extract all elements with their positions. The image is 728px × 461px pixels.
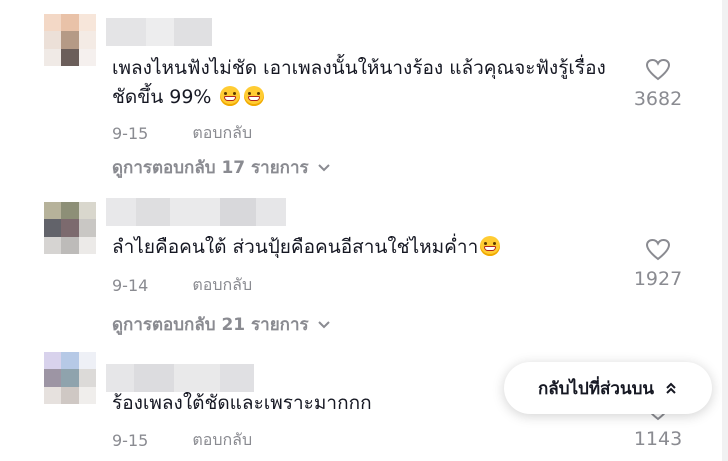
comment-text: ลำไยคือคนใต้ ส่วนปุ้ยคือคนอีสานใช่ไหมค่ำ… [112, 233, 622, 262]
username-blurred[interactable] [106, 364, 254, 392]
scrollbar[interactable] [722, 0, 728, 461]
like-block: 3682 [628, 58, 688, 110]
like-count: 1143 [633, 428, 683, 450]
grinning-emoji-icon [219, 86, 240, 106]
reply-button[interactable]: ตอบกลับ [192, 273, 252, 298]
chevron-down-icon [317, 320, 330, 328]
comment-date: 9-15 [112, 431, 149, 450]
avatar[interactable] [44, 202, 96, 254]
heart-outline-icon[interactable] [645, 238, 671, 262]
grinning-emoji-icon [480, 236, 501, 256]
username-blurred[interactable] [106, 18, 212, 46]
double-chevron-up-icon [666, 382, 676, 394]
like-count: 3682 [633, 88, 683, 110]
heart-outline-icon[interactable] [645, 58, 671, 82]
back-to-top-label: กลับไปที่ส่วนบน [537, 378, 654, 399]
avatar[interactable] [44, 352, 96, 404]
view-replies-button[interactable]: ดูการตอบกลับ 21 รายการ [112, 311, 331, 338]
avatar[interactable] [44, 14, 96, 66]
view-replies-button[interactable]: ดูการตอบกลับ 17 รายการ [112, 154, 331, 181]
back-to-top-button[interactable]: กลับไปที่ส่วนบน [504, 362, 712, 414]
comment-meta: 9-15 ตอบกลับ [112, 121, 252, 146]
reply-button[interactable]: ตอบกลับ [192, 428, 252, 453]
like-count: 1927 [633, 268, 683, 290]
like-block: 1927 [628, 238, 688, 290]
grinning-emoji-icon [243, 86, 264, 106]
comment-meta: 9-15 ตอบกลับ [112, 428, 252, 453]
comment-date: 9-14 [112, 276, 149, 295]
comment-date: 9-15 [112, 124, 149, 143]
username-blurred[interactable] [106, 198, 286, 226]
chevron-down-icon [317, 163, 330, 171]
comment-text: เพลงไหนฟังไม่ชัด เอาเพลงนั้นให้นางร้อง แ… [112, 57, 606, 108]
view-replies-label: ดูการตอบกลับ 21 รายการ [112, 315, 309, 335]
comment-meta: 9-14 ตอบกลับ [112, 273, 252, 298]
reply-button[interactable]: ตอบกลับ [192, 121, 252, 146]
view-replies-label: ดูการตอบกลับ 17 รายการ [112, 158, 309, 178]
